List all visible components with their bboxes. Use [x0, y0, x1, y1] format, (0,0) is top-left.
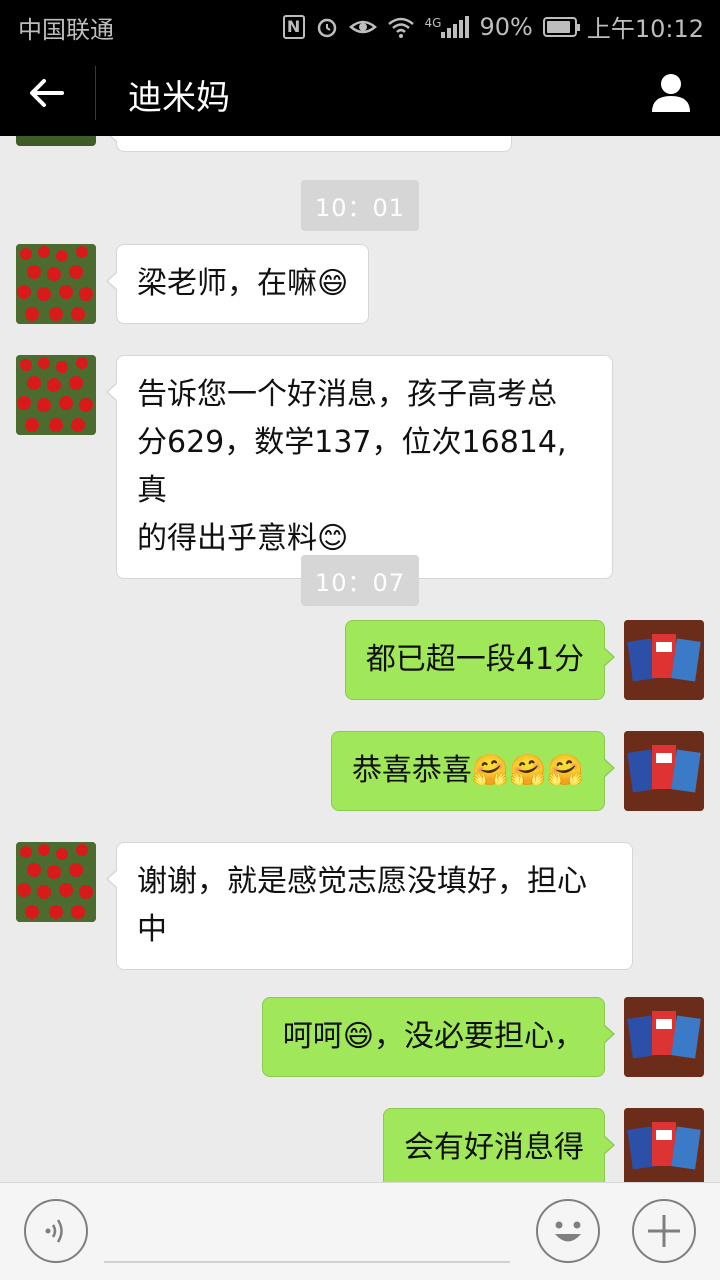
profile-icon [652, 74, 690, 112]
message-line: 谢谢，就是感觉志愿没填好，担心 [137, 864, 587, 899]
books-avatar-image [624, 997, 704, 1077]
timestamp: 10：01 [300, 180, 420, 231]
emoji-icon [555, 1221, 581, 1242]
message-bubble-incoming[interactable]: 告诉您一个好消息，孩子高考总 分629，数学137，位次16814,真 的得出乎… [106, 355, 613, 579]
books-avatar-image [624, 731, 704, 811]
emoji-button[interactable] [536, 1199, 600, 1263]
books-avatar-image [624, 1108, 704, 1182]
flower-avatar-image [16, 355, 96, 435]
header-divider [95, 66, 96, 120]
message-line: 告诉您一个好消息，孩子高考总 [137, 377, 557, 412]
status-icons: N 4G 90% 上午10:12 [282, 9, 704, 44]
message-bubble-outgoing[interactable]: 都已超一段41分 [344, 620, 616, 700]
nfc-icon: N [282, 14, 305, 39]
my-avatar[interactable] [624, 1108, 704, 1182]
battery-icon [542, 16, 580, 37]
contact-avatar[interactable] [16, 842, 96, 922]
status-bar: 中国联通 N 4G 90% 上午10:12 [0, 0, 720, 50]
alarm-icon [315, 15, 339, 39]
back-arrow-icon [30, 79, 64, 107]
chat-area[interactable]: 10：01 梁老师，在嘛😄 告诉您一个好消息，孩子高考总 分629，数学137，… [0, 136, 720, 1182]
contact-avatar[interactable] [16, 136, 96, 146]
message-bubble-outgoing[interactable]: 会有好消息得 [383, 1108, 615, 1182]
message-bubble-outgoing[interactable]: 呵呵😄，没必要担心， [261, 997, 616, 1077]
message-bubble-outgoing[interactable]: 恭喜恭喜🤗🤗🤗 [330, 731, 616, 811]
message-input[interactable] [104, 1203, 510, 1263]
message-bubble-partial [106, 136, 512, 152]
books-avatar-image [624, 620, 704, 700]
voice-icon [45, 1219, 63, 1243]
message-line: 中 [137, 912, 167, 947]
back-button[interactable] [22, 68, 72, 118]
timestamp: 10：07 [300, 555, 420, 606]
contact-avatar[interactable] [16, 244, 96, 324]
chat-title: 迪米妈 [128, 78, 230, 118]
battery-level [546, 20, 570, 33]
my-avatar[interactable] [624, 731, 704, 811]
message-bubble-incoming[interactable]: 梁老师，在嘛😄 [105, 244, 370, 324]
flower-avatar-image [16, 842, 96, 922]
battery-percent: 90% [479, 12, 533, 41]
flower-avatar-image [16, 244, 96, 324]
my-avatar[interactable] [624, 620, 704, 700]
my-avatar[interactable] [624, 997, 704, 1077]
plus-icon [648, 1215, 680, 1247]
voice-button[interactable] [24, 1199, 88, 1263]
clock: 上午10:12 [586, 15, 704, 43]
carrier-label: 中国联通 [18, 16, 114, 44]
message-bubble-incoming[interactable]: 谢谢，就是感觉志愿没填好，担心 中 [106, 842, 633, 970]
input-bar [0, 1182, 720, 1280]
chat-header: 迪米妈 [0, 50, 720, 136]
network-label: 4G [424, 15, 442, 30]
profile-button[interactable] [646, 68, 696, 118]
eye-icon [348, 15, 377, 39]
wifi-icon [387, 15, 415, 39]
signal-icon: 4G [424, 15, 470, 38]
message-line: 分629，数学137，位次16814,真 [137, 425, 567, 508]
contact-avatar[interactable] [16, 355, 96, 435]
more-button[interactable] [632, 1199, 696, 1263]
